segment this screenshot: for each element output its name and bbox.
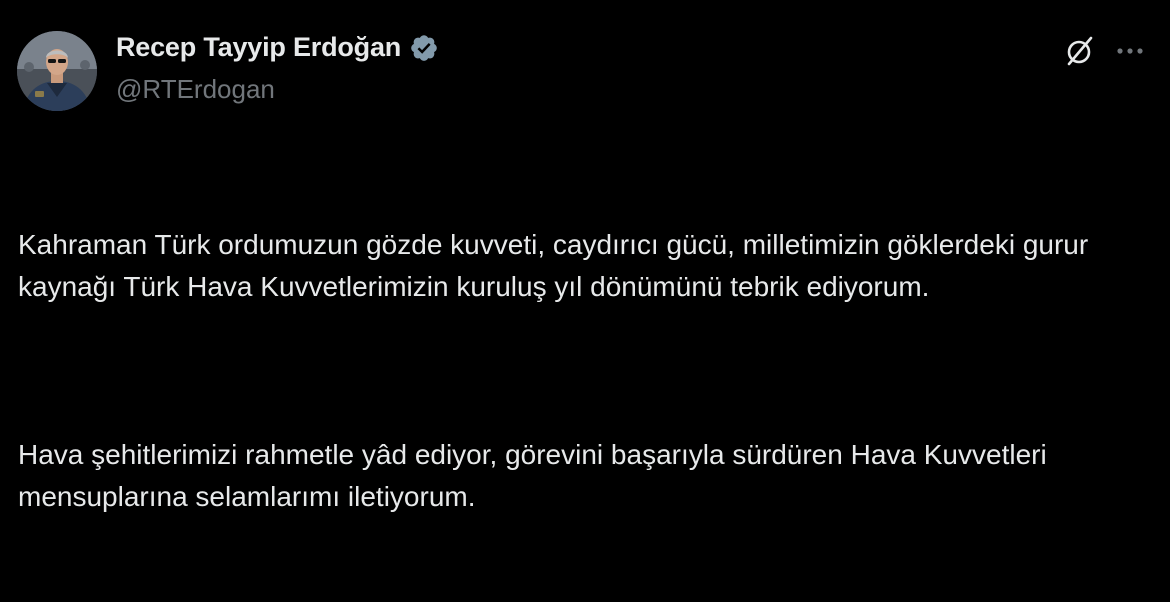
verified-badge-icon xyxy=(409,33,439,63)
author-handle[interactable]: @RTErdogan xyxy=(116,74,275,105)
more-horizontal-icon[interactable] xyxy=(1112,36,1148,66)
author-name-row: Recep Tayyip Erdoğan xyxy=(116,32,439,63)
tweet-paragraph-1: Kahraman Türk ordumuzun gözde kuvveti, c… xyxy=(18,229,1096,302)
author-display-name[interactable]: Recep Tayyip Erdoğan xyxy=(116,32,401,63)
tweet-card: Recep Tayyip Erdoğan @RTErdogan Kahraman… xyxy=(0,0,1170,512)
tweet-paragraph-2: Hava şehitlerimizi rahmetle yâd ediyor, … xyxy=(18,439,1055,512)
avatar[interactable] xyxy=(17,31,97,111)
avatar-image xyxy=(17,31,97,111)
grok-icon[interactable] xyxy=(1062,33,1098,69)
tweet-header: Recep Tayyip Erdoğan @RTErdogan xyxy=(116,30,1170,110)
tweet-body: Kahraman Türk ordumuzun gözde kuvveti, c… xyxy=(18,140,1148,602)
